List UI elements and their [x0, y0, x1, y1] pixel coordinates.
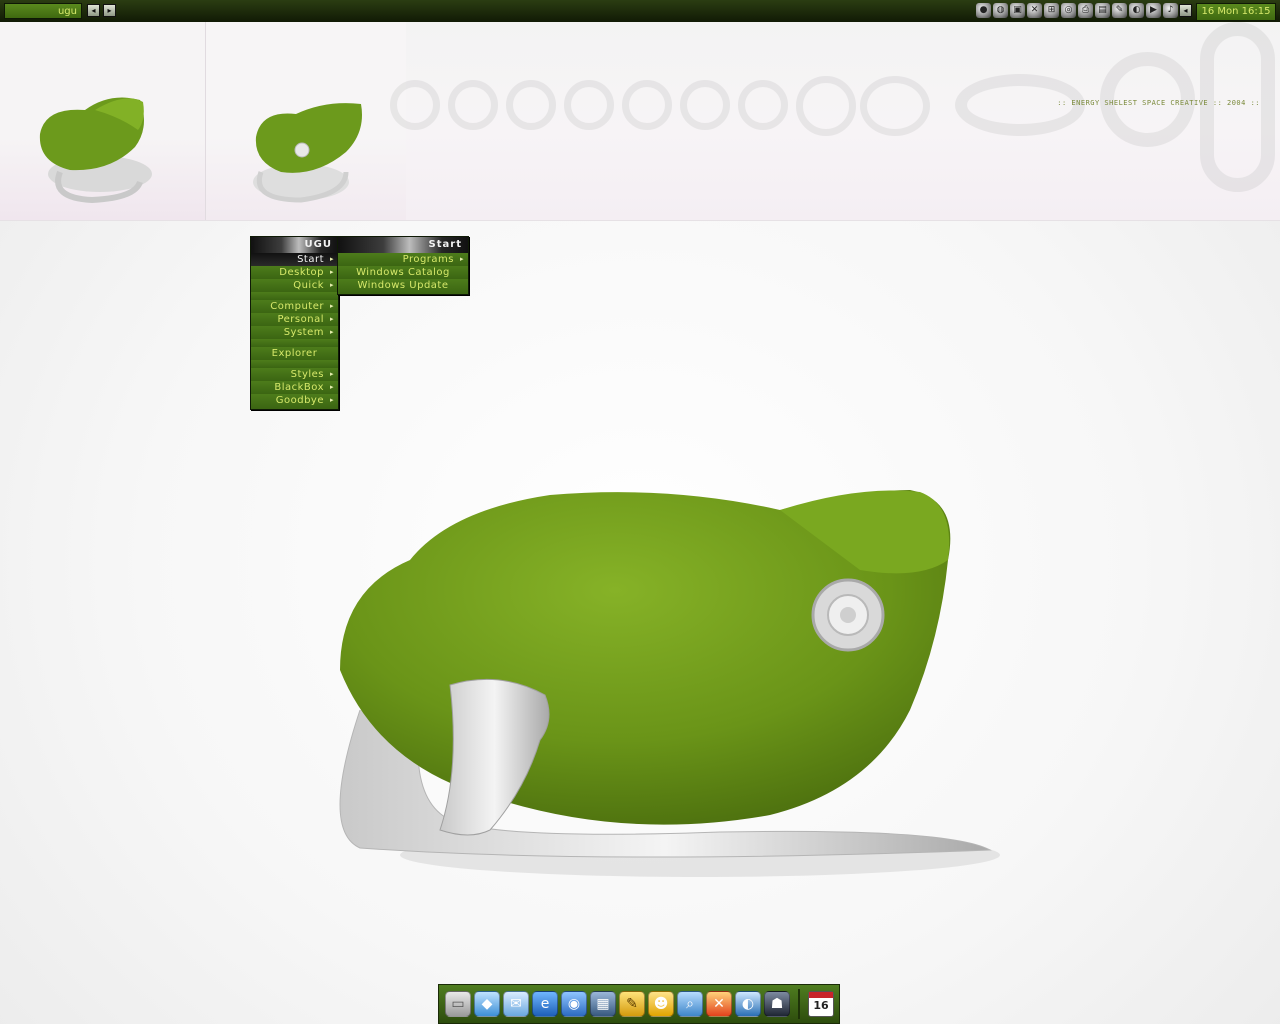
photo-icon[interactable]: ▦: [590, 991, 616, 1017]
dot-icon[interactable]: ●: [976, 3, 991, 18]
menu-item-programs[interactable]: Programs ▸: [338, 253, 468, 266]
menu-item-windows-catalog[interactable]: Windows Catalog: [338, 266, 468, 279]
root-menu: UGU Start ▸ Desktop ▸ Quick ▸ Computer ▸…: [250, 236, 339, 410]
submenu-arrow-icon: ▸: [329, 255, 334, 263]
menu-item-system[interactable]: System ▸: [251, 326, 338, 339]
display-icon[interactable]: ▣: [1010, 3, 1025, 18]
game-icon[interactable]: ☗: [764, 991, 790, 1017]
menu-separator: [251, 339, 338, 347]
cd-icon[interactable]: ◎: [1061, 3, 1076, 18]
workspace-label[interactable]: ugu: [4, 3, 82, 19]
menu-item-styles[interactable]: Styles ▸: [251, 368, 338, 381]
wallpaper-credit: :: ENERGY SHELEST SPACE CREATIVE :: 2004…: [1057, 99, 1260, 107]
menu-item-blackbox[interactable]: BlackBox ▸: [251, 381, 338, 394]
menu-item-quick[interactable]: Quick ▸: [251, 279, 338, 292]
decor-ring: [622, 80, 672, 130]
decor-ring: [738, 80, 788, 130]
mail-icon[interactable]: ✉: [503, 991, 529, 1017]
menu-item-computer[interactable]: Computer ▸: [251, 300, 338, 313]
tools-icon[interactable]: ✕: [706, 991, 732, 1017]
menu-item-label: Desktop: [279, 267, 324, 278]
menu-item-windows-update[interactable]: Windows Update: [338, 279, 468, 294]
submenu-arrow-icon: ▸: [459, 255, 464, 263]
decor-ring: [448, 80, 498, 130]
decor-ring: [506, 80, 556, 130]
root-menu-title: UGU: [251, 237, 338, 253]
calendar-icon[interactable]: 16: [808, 991, 834, 1017]
decor-ring: [564, 80, 614, 130]
menu-item-personal[interactable]: Personal ▸: [251, 313, 338, 326]
tools-icon[interactable]: ✎: [1112, 3, 1127, 18]
finder-icon[interactable]: ◆: [474, 991, 500, 1017]
menu-separator: [251, 360, 338, 368]
monitor-icon[interactable]: ▤: [1095, 3, 1110, 18]
menu-item-start[interactable]: Start ▸: [251, 253, 338, 266]
decor-ring: [796, 76, 856, 136]
messenger-icon[interactable]: ☻: [648, 991, 674, 1017]
menu-item-explorer[interactable]: Explorer: [251, 347, 338, 360]
menu-separator: [251, 292, 338, 300]
submenu-arrow-icon: ▸: [329, 302, 334, 310]
start-submenu: Start Programs ▸ Windows Catalog Windows…: [337, 236, 469, 295]
workspace-next-button[interactable]: ▸: [103, 4, 116, 17]
firefox-icon[interactable]: ◐: [1129, 3, 1144, 18]
menu-item-label: BlackBox: [274, 382, 324, 393]
menu-item-label: Styles: [290, 369, 324, 380]
chair-image-1: [39, 97, 152, 204]
browser-icon[interactable]: ◉: [561, 991, 587, 1017]
decor-ring: [1200, 22, 1275, 192]
submenu-arrow-icon: ▸: [329, 281, 334, 289]
decor-ring: [390, 80, 440, 130]
internet-explorer-icon[interactable]: e: [532, 991, 558, 1017]
dock-separator: [798, 989, 800, 1019]
notes-icon[interactable]: ✎: [619, 991, 645, 1017]
decor-ring: [860, 76, 930, 136]
submenu-arrow-icon: ▸: [329, 383, 334, 391]
globe-icon[interactable]: ◍: [993, 3, 1008, 18]
menu-item-label: System: [283, 327, 324, 338]
chair-thumbnail-1: [0, 22, 206, 220]
menu-item-label: Windows Catalog: [356, 267, 450, 278]
wallpaper-chair: [339, 490, 1000, 877]
menu-item-goodbye[interactable]: Goodbye ▸: [251, 394, 338, 409]
menu-item-desktop[interactable]: Desktop ▸: [251, 266, 338, 279]
tray-prev-button[interactable]: ◂: [1179, 4, 1192, 17]
dock: ▭ ◆ ✉ e ◉ ▦ ✎ ☻ ⌕ ✕ ◐ ☗ 16: [438, 984, 840, 1024]
sound-icon[interactable]: ♪: [1163, 3, 1178, 18]
decor-ring: [680, 80, 730, 130]
system-tray: ● ◍ ▣ ✕ ⊞ ◎ ⎙ ▤ ✎ ◐ ▶ ♪: [976, 3, 1178, 18]
search-icon[interactable]: ⌕: [677, 991, 703, 1017]
start-submenu-title: Start: [338, 237, 468, 253]
menu-item-label: Goodbye: [275, 395, 324, 406]
hard-drive-icon[interactable]: ▭: [445, 991, 471, 1017]
chair-thumbnail-2: [206, 22, 406, 220]
media-icon[interactable]: ▶: [1146, 3, 1161, 18]
clock[interactable]: 16 Mon 16:15: [1196, 3, 1276, 21]
media-player-icon[interactable]: ◐: [735, 991, 761, 1017]
menu-item-label: Personal: [277, 314, 324, 325]
menu-item-label: Programs: [402, 254, 454, 265]
menu-item-label: Start: [297, 254, 324, 265]
blackbox-toolbar: ugu ◂ ▸ ● ◍ ▣ ✕ ⊞ ◎ ⎙ ▤ ✎ ◐ ▶ ♪ ◂ 16 Mon…: [0, 0, 1280, 23]
network-icon[interactable]: ⊞: [1044, 3, 1059, 18]
menu-item-label: Explorer: [271, 348, 318, 359]
menu-item-label: Quick: [293, 280, 324, 291]
submenu-arrow-icon: ▸: [329, 315, 334, 323]
printer-icon[interactable]: ⎙: [1078, 3, 1093, 18]
wallpaper-banner: :: ENERGY SHELEST SPACE CREATIVE :: 2004…: [0, 22, 1280, 221]
submenu-arrow-icon: ▸: [329, 396, 334, 404]
menu-item-label: Computer: [270, 301, 324, 312]
menu-item-label: Windows Update: [357, 280, 449, 291]
submenu-arrow-icon: ▸: [329, 268, 334, 276]
chair-image-2: [253, 103, 362, 203]
x-icon[interactable]: ✕: [1027, 3, 1042, 18]
submenu-arrow-icon: ▸: [329, 328, 334, 336]
workspace-prev-button[interactable]: ◂: [87, 4, 100, 17]
submenu-arrow-icon: ▸: [329, 370, 334, 378]
